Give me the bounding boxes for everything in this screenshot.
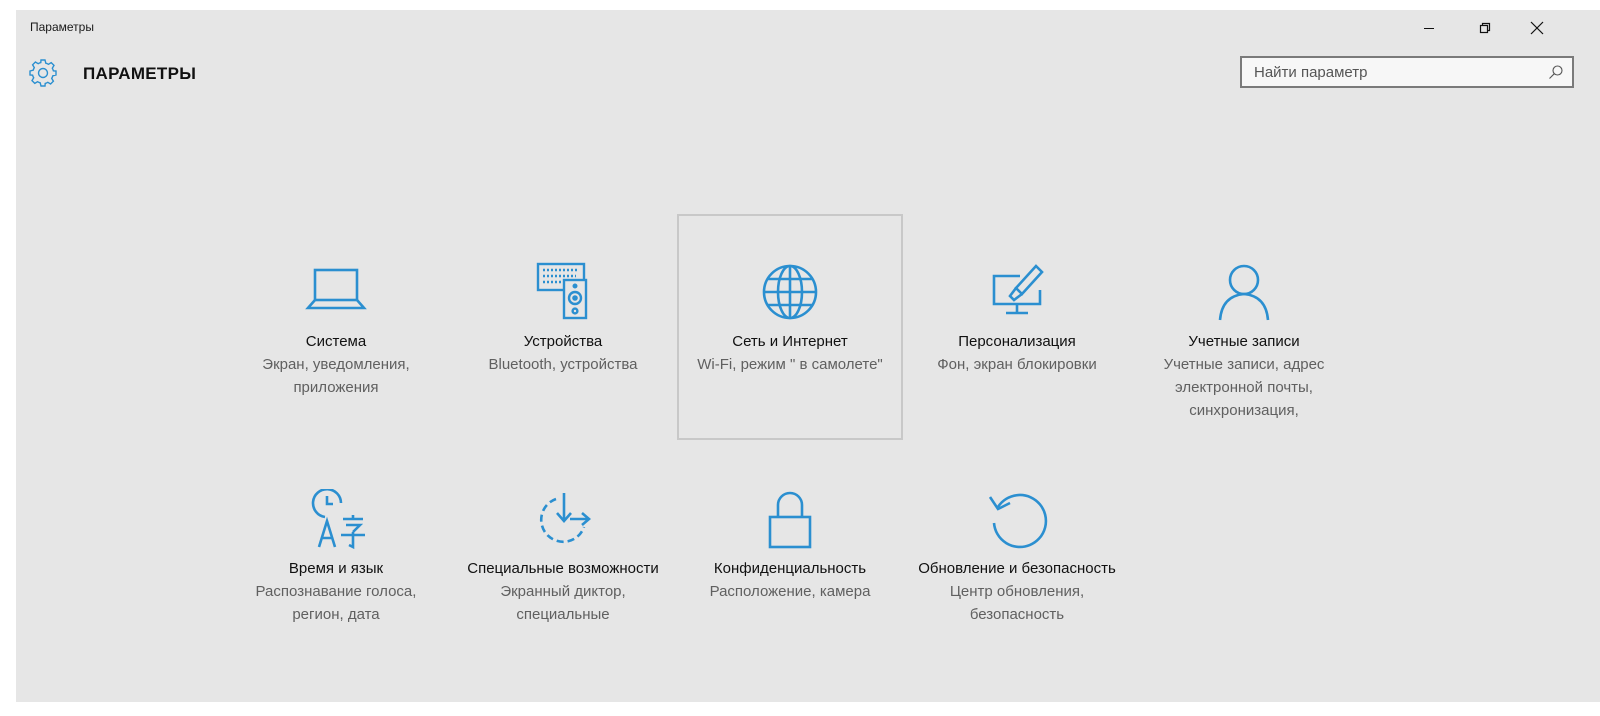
tile-description: Фон, экран блокировки xyxy=(937,356,1097,373)
lock-icon xyxy=(768,491,812,549)
tile-description: Учетные записи, адрес электронной почты,… xyxy=(1163,356,1325,419)
restore-button[interactable] xyxy=(1462,14,1508,42)
tile-update-security[interactable]: Обновление и безопасность Центр обновлен… xyxy=(904,441,1130,667)
tile-name: Устройства xyxy=(523,333,603,350)
search-input[interactable] xyxy=(1242,58,1544,86)
search-icon[interactable] xyxy=(1548,64,1564,80)
settings-window: Параметры ПАРАМЕТРЫ Найти параметр Систе… xyxy=(16,10,1600,702)
tile-personalization[interactable]: Персонализация Фон, экран блокировки xyxy=(904,214,1130,440)
globe-icon xyxy=(762,264,818,320)
tile-description: Экран, уведомления, приложения xyxy=(262,356,410,396)
window-title: Параметры xyxy=(30,20,94,34)
minimize-button[interactable] xyxy=(1406,14,1452,42)
close-icon xyxy=(1530,21,1544,35)
close-button[interactable] xyxy=(1514,14,1560,42)
tile-time-language[interactable]: Время и язык Распознавание голоса, регио… xyxy=(223,441,449,667)
laptop-icon xyxy=(305,268,367,310)
tile-description: Центр обновления, безопасность xyxy=(949,583,1085,623)
tile-description: Распознавание голоса, регион, дата xyxy=(255,583,417,623)
time-language-icon xyxy=(311,489,365,550)
tile-name: Персонализация xyxy=(958,333,1076,350)
page-header: ПАРАМЕТРЫ xyxy=(16,54,1600,94)
tile-name: Специальные возможности xyxy=(467,560,659,577)
tile-system[interactable]: Система Экран, уведомления, приложения xyxy=(223,214,449,440)
tile-network[interactable]: Сеть и Интернет Wi-Fi, режим " в самолет… xyxy=(677,214,903,440)
tile-description: Bluetooth, устройства xyxy=(488,356,638,373)
tile-description: Экранный диктор, специальные xyxy=(500,583,626,623)
personalization-icon xyxy=(992,264,1044,315)
tile-name: Сеть и Интернет xyxy=(732,333,848,350)
tile-devices[interactable]: Устройства Bluetooth, устройства xyxy=(450,214,676,440)
tile-name: Время и язык xyxy=(288,560,384,577)
tile-accessibility[interactable]: Специальные возможности Экранный диктор,… xyxy=(450,441,676,667)
page-title: ПАРАМЕТРЫ xyxy=(83,64,197,83)
restore-icon xyxy=(1479,22,1491,34)
tile-privacy[interactable]: Конфиденциальность Расположение, камера xyxy=(677,441,903,667)
tile-name: Обновление и безопасность xyxy=(918,560,1116,577)
minimize-icon xyxy=(1424,28,1434,29)
title-bar[interactable]: Параметры xyxy=(16,10,1600,42)
update-icon xyxy=(988,493,1048,549)
accessibility-icon xyxy=(539,493,591,544)
tile-accounts[interactable]: Учетные записи Учетные записи, адрес эле… xyxy=(1131,214,1357,440)
tile-description: Wi-Fi, режим " в самолете" xyxy=(697,356,883,373)
devices-icon xyxy=(536,262,588,320)
tile-name: Система xyxy=(305,333,367,350)
tile-name: Учетные записи xyxy=(1188,333,1300,350)
search-box[interactable] xyxy=(1240,56,1574,88)
gear-icon xyxy=(29,59,57,87)
tile-description: Расположение, камера xyxy=(709,583,871,600)
tile-name: Конфиденциальность xyxy=(713,560,867,577)
person-icon xyxy=(1218,264,1270,321)
